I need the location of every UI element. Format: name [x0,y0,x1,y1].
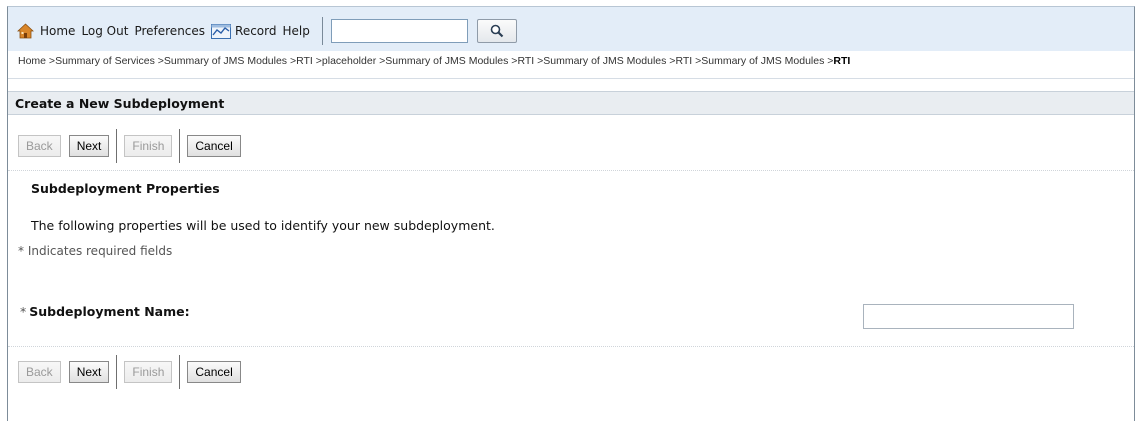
next-button[interactable]: Next [68,135,110,157]
record-icon [211,23,232,39]
button-divider [116,355,118,389]
logout-link-label: Log Out [81,24,129,38]
subdeployment-name-label: * Subdeployment Name: [20,304,190,319]
bottom-button-bar: Back Next Finish Cancel [18,355,249,389]
breadcrumb-separator: > [287,55,297,67]
preferences-link[interactable]: Preferences [134,24,205,38]
finish-button[interactable]: Finish [124,361,173,383]
toolbar-divider [321,17,323,45]
breadcrumb-item-summary-of-jms-modules[interactable]: Summary of JMS Modules [543,55,666,67]
page-header: Create a New Subdeployment [8,91,1134,115]
breadcrumb-separator: > [312,55,322,67]
help-link[interactable]: Help [283,24,310,38]
record-link[interactable]: Record [211,23,277,39]
button-divider [116,129,118,163]
back-button[interactable]: Back [18,361,61,383]
breadcrumb-item-summary-of-jms-modules[interactable]: Summary of JMS Modules [164,55,287,67]
cancel-button[interactable]: Cancel [187,361,241,383]
console-frame: Home Log Out Preferences Record Help Hom… [7,6,1135,421]
record-link-label: Record [235,24,277,38]
button-divider [179,129,181,163]
breadcrumb-separator: > [376,55,386,67]
cancel-button[interactable]: Cancel [187,135,241,157]
breadcrumb-item-summary-of-services[interactable]: Summary of Services [55,55,155,67]
top-button-bar: Back Next Finish Cancel [18,129,249,163]
breadcrumb-separator: > [534,55,544,67]
home-link-label: Home [40,24,76,38]
finish-button[interactable]: Finish [124,135,173,157]
section-description: The following properties will be used to… [31,218,495,233]
breadcrumb-item-summary-of-jms-modules[interactable]: Summary of JMS Modules [385,55,508,67]
breadcrumb-item-home[interactable]: Home [18,55,46,67]
magnifier-icon [490,24,504,38]
search-input[interactable] [330,19,468,43]
back-button[interactable]: Back [18,135,61,157]
help-link-label: Help [282,24,310,38]
toolbar: Home Log Out Preferences Record Help [17,17,517,45]
breadcrumb-divider [8,78,1134,79]
breadcrumb-item-rti[interactable]: RTI [517,55,534,67]
home-icon [17,23,34,39]
next-button[interactable]: Next [68,361,110,383]
logout-link[interactable]: Log Out [81,24,128,38]
breadcrumb-item-summary-of-jms-modules[interactable]: Summary of JMS Modules [701,55,824,67]
divider [8,346,1134,347]
divider [8,170,1134,171]
section-subtitle: Subdeployment Properties [31,181,220,196]
top-toolbar-area: Home Log Out Preferences Record Help [8,7,1134,51]
subdeployment-name-label-text: Subdeployment Name: [29,304,190,319]
required-marker: * [20,304,27,319]
home-link[interactable]: Home [17,23,75,39]
breadcrumb-item-placeholder[interactable]: placeholder [322,55,376,67]
breadcrumb-current: RTI [833,55,851,67]
button-divider [179,355,181,389]
breadcrumb-separator: > [692,55,702,67]
preferences-link-label: Preferences [134,24,206,38]
subdeployment-name-input[interactable] [863,304,1074,329]
breadcrumb-item-rti[interactable]: RTI [296,55,313,67]
breadcrumb-separator: > [46,55,56,67]
page-title: Create a New Subdeployment [15,96,225,111]
breadcrumb: Home >Summary of Services >Summary of JM… [18,55,850,67]
breadcrumb-separator: > [154,55,164,67]
search-button[interactable] [476,19,517,43]
breadcrumb-item-rti[interactable]: RTI [675,55,692,67]
required-fields-note: * Indicates required fields [18,244,173,258]
